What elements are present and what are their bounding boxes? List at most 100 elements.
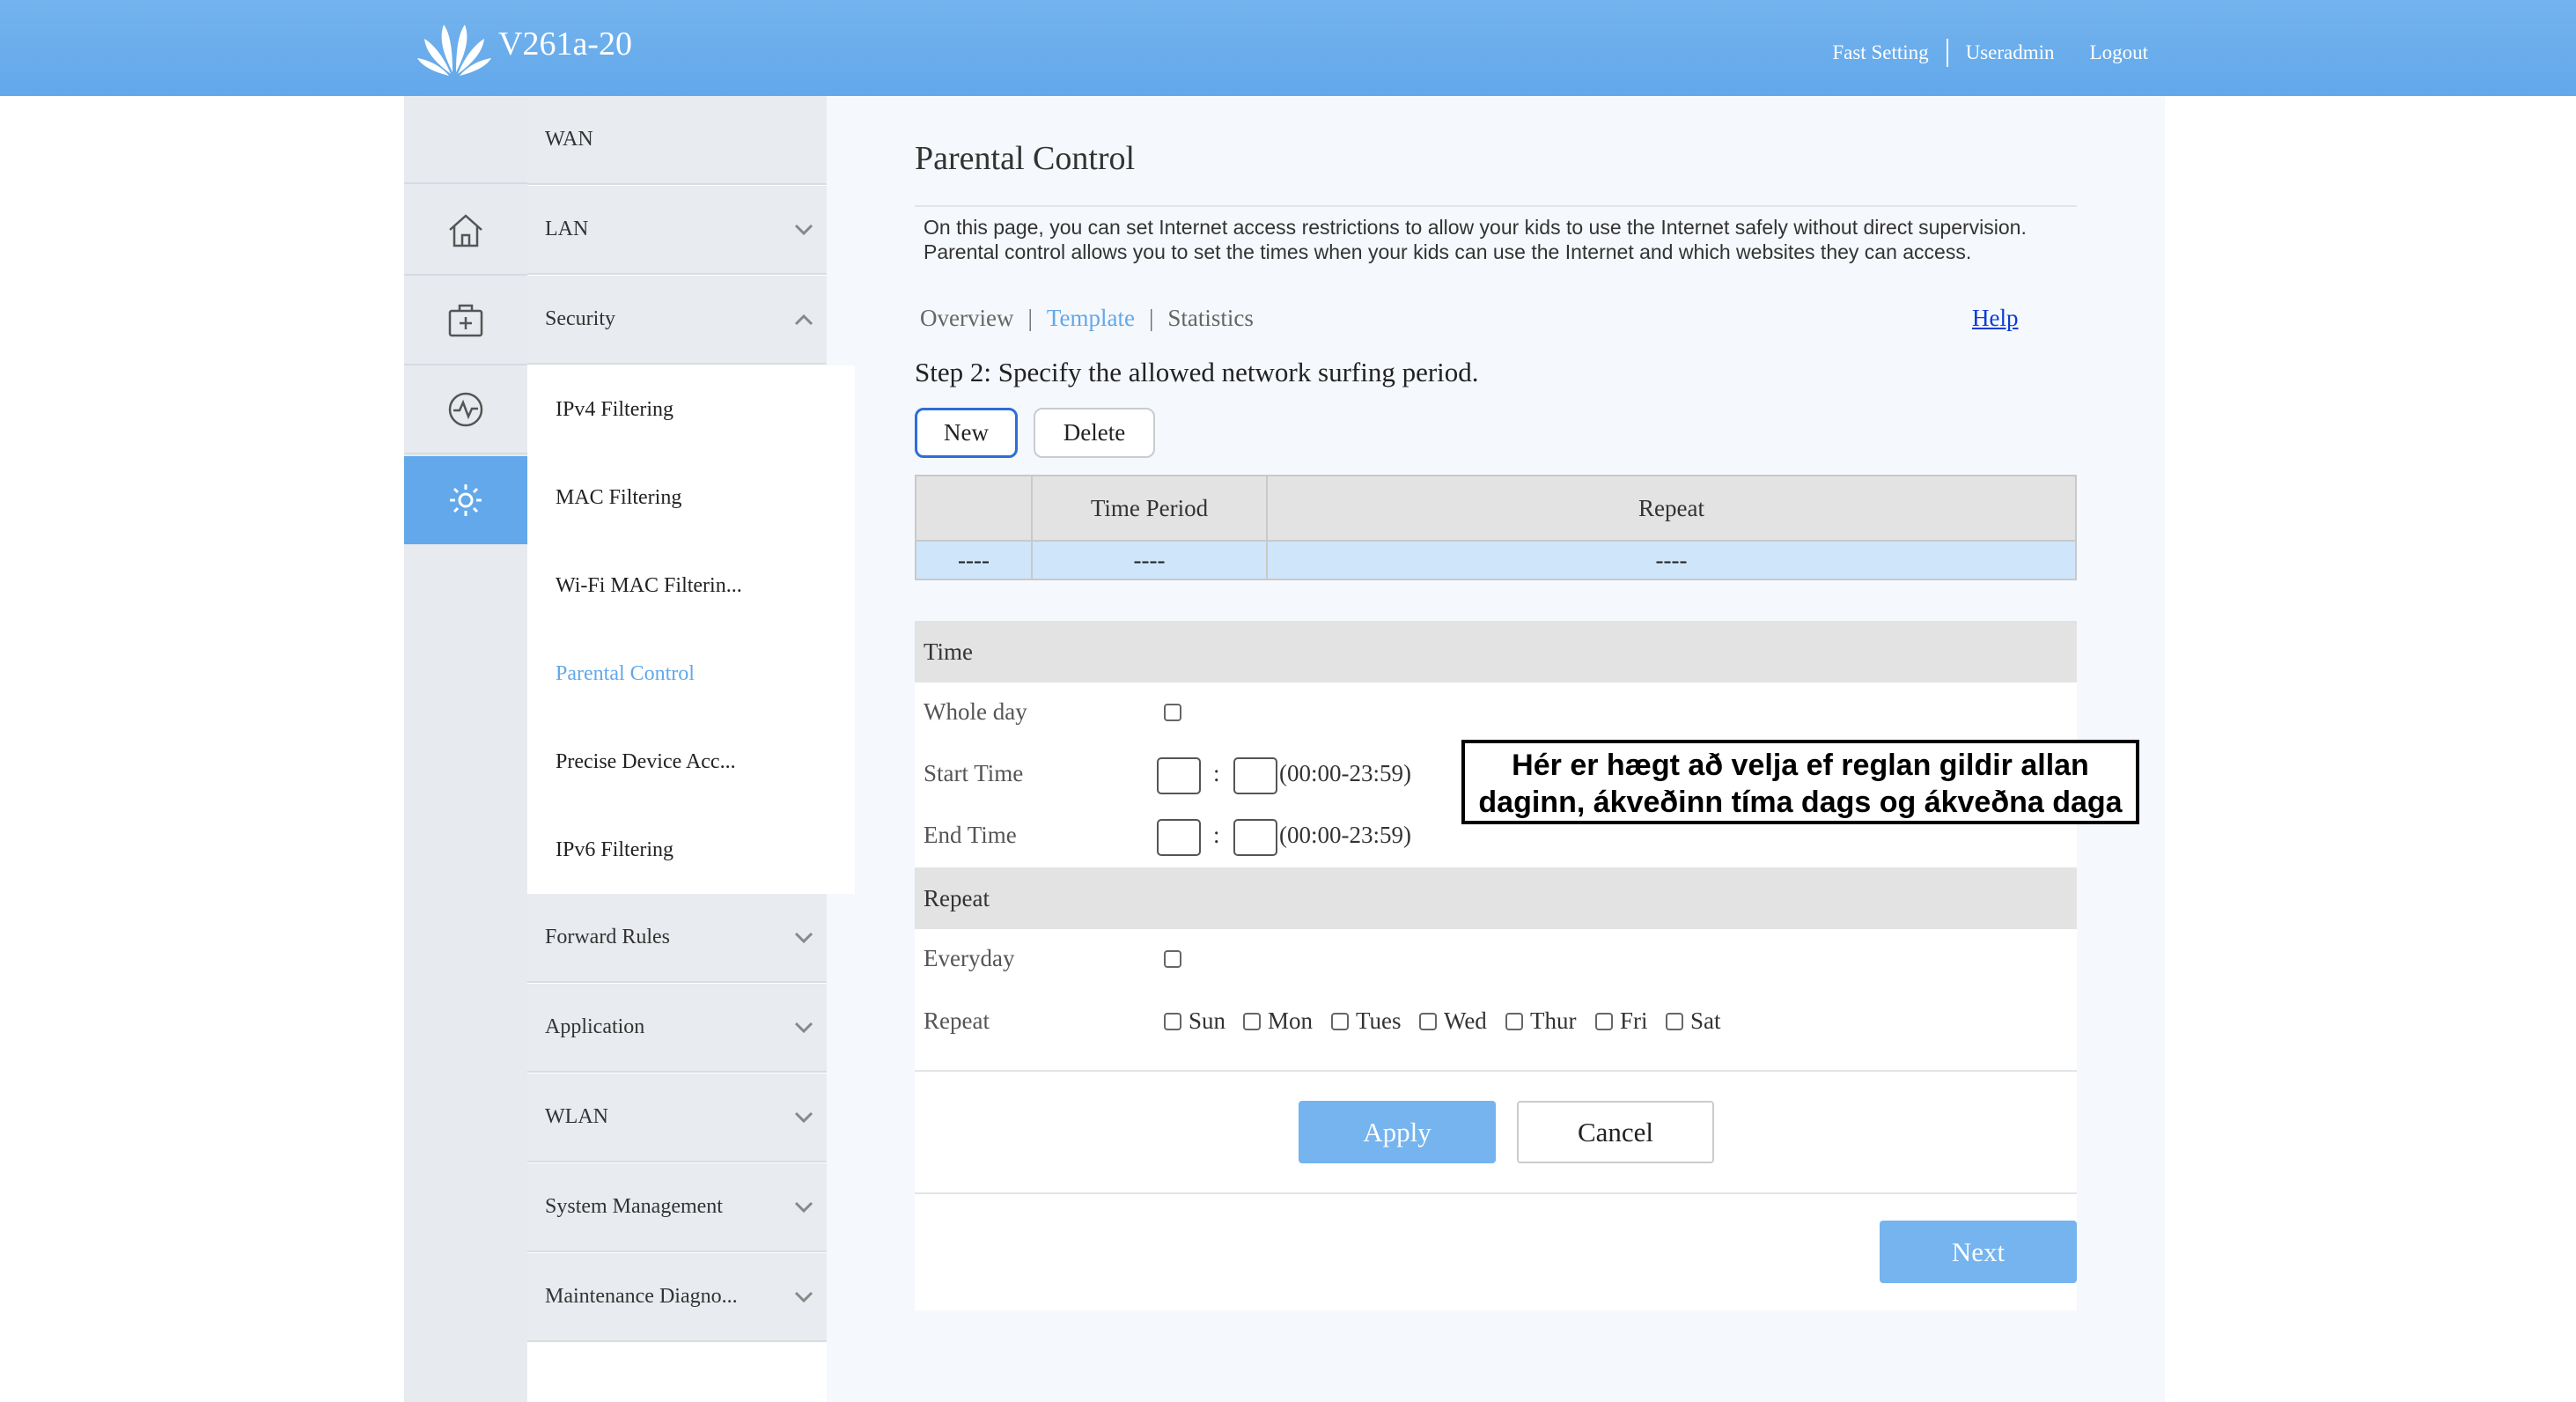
settings-icon [450,484,482,516]
time-section-header: Time [915,621,2077,683]
tab-overview[interactable]: Overview [920,305,1013,332]
day-tues[interactable]: Tues [1331,1007,1402,1035]
submenu-parental-control[interactable]: Parental Control [527,630,855,718]
cancel-button[interactable]: Cancel [1517,1101,1714,1163]
home-nav[interactable] [404,188,527,276]
table-row[interactable]: ---- ---- ---- [915,540,2077,580]
tab-statistics[interactable]: Statistics [1167,305,1254,332]
top-links: Fast Setting Useradmin Logout [1832,39,2148,67]
day-label: Mon [1268,1007,1314,1034]
menu-system-management-label: System Management [545,1195,723,1218]
submenu-label: Precise Device Acc... [556,749,736,773]
tab-template[interactable]: Template [1047,305,1135,332]
day-label: Wed [1444,1007,1487,1034]
table-cell: ---- [1266,540,2077,580]
repeat-section-header: Repeat [915,867,2077,929]
menu-forward-rules-label: Forward Rules [545,926,670,948]
day-sun[interactable]: Sun [1164,1007,1225,1035]
submenu-precise-device-access[interactable]: Precise Device Acc... [527,718,855,806]
day-label: Fri [1620,1007,1648,1034]
submenu-mac-filtering[interactable]: MAC Filtering [527,454,855,542]
apply-button[interactable]: Apply [1299,1101,1496,1163]
title-divider [915,205,2077,207]
end-minute-input[interactable] [1233,819,1277,856]
help-link[interactable]: Help [1972,305,2018,332]
submenu-wifi-mac-filtering[interactable]: Wi-Fi MAC Filterin... [527,542,855,630]
menu-wlan[interactable]: WLAN [527,1074,827,1162]
submenu-label: Wi-Fi MAC Filterin... [556,573,742,597]
time-colon: : [1213,760,1220,786]
chevron-down-icon [794,932,813,944]
annotation-line: daginn, ákveðinn tíma dags og ákveðna da… [1478,786,2123,819]
everyday-checkbox[interactable] [1164,950,1181,968]
diagnostics-nav[interactable] [404,366,527,454]
submenu-ipv4-filtering[interactable]: IPv4 Filtering [527,365,855,454]
chevron-down-icon [794,224,813,236]
table-header-row: Time Period Repeat [915,475,2077,542]
end-hour-input[interactable] [1157,819,1201,856]
day-checkbox[interactable] [1419,1012,1437,1030]
menu-forward-rules[interactable]: Forward Rules [527,894,827,983]
submenu-label: IPv4 Filtering [556,397,674,421]
menu-wan-label: WAN [545,128,593,151]
day-fri[interactable]: Fri [1595,1007,1648,1035]
form-divider [915,1192,2077,1194]
useradmin-link[interactable]: Useradmin [1966,41,2055,64]
submenu-label: Parental Control [556,661,695,685]
menu-wlan-label: WLAN [545,1105,608,1128]
next-button[interactable]: Next [1880,1221,2077,1283]
day-checkbox[interactable] [1164,1012,1181,1030]
delete-button[interactable]: Delete [1034,408,1155,458]
start-minute-input[interactable] [1233,757,1277,794]
table-header-select [915,475,1033,542]
day-label: Sat [1690,1007,1721,1034]
menu-wan[interactable]: WAN [527,96,827,185]
day-checkbox[interactable] [1331,1012,1349,1030]
start-hour-input[interactable] [1157,757,1201,794]
tab-separator: | [1148,305,1154,331]
menu-security[interactable]: Security [527,276,827,365]
template-table: Time Period Repeat ---- ---- ---- [915,475,2077,580]
whole-day-checkbox[interactable] [1164,704,1181,721]
chevron-down-icon [794,1201,813,1214]
chevron-down-icon [794,1291,813,1303]
menu-application[interactable]: Application [527,984,827,1073]
menu-maintenance-diagnosis[interactable]: Maintenance Diagno... [527,1253,827,1342]
table-cell: ---- [915,540,1033,580]
table-cell: ---- [1031,540,1268,580]
menu-system-management[interactable]: System Management [527,1163,827,1252]
settings-nav[interactable] [404,456,545,544]
day-sat[interactable]: Sat [1666,1007,1721,1035]
first-aid-icon [448,304,483,337]
new-button[interactable]: New [915,408,1018,458]
chevron-down-icon [794,1022,813,1034]
day-checkbox[interactable] [1505,1012,1523,1030]
start-time-label: Start Time [924,760,1024,786]
intro-text: On this page, you can set Internet acces… [924,215,2086,264]
form-divider [915,1070,2077,1072]
device-model: V261a-20 [498,26,632,63]
menu-maintenance-label: Maintenance Diagno... [545,1285,738,1308]
table-header-repeat: Repeat [1266,475,2077,542]
home-icon [449,214,482,247]
page-title: Parental Control [915,140,1136,177]
time-range-hint: (00:00-23:59) [1279,760,1411,786]
time-range-hint: (00:00-23:59) [1279,822,1411,848]
logout-link[interactable]: Logout [2090,41,2148,64]
day-thur[interactable]: Thur [1505,1007,1576,1035]
day-wed[interactable]: Wed [1419,1007,1487,1035]
fast-setting-link[interactable]: Fast Setting [1832,41,1928,64]
menu-lan-label: LAN [545,218,589,240]
day-checkbox[interactable] [1666,1012,1683,1030]
day-checkbox[interactable] [1595,1012,1613,1030]
top-bar: V261a-20 Fast Setting Useradmin Logout [0,0,2576,96]
day-checkbox[interactable] [1243,1012,1261,1030]
day-mon[interactable]: Mon [1243,1007,1313,1035]
submenu-ipv6-filtering[interactable]: IPv6 Filtering [527,806,855,894]
repeat-label: Repeat [924,1007,990,1034]
menu-lan[interactable]: LAN [527,186,827,275]
day-label: Thur [1530,1007,1577,1034]
first-aid-nav[interactable] [404,277,527,365]
chevron-down-icon [794,1111,813,1124]
day-label: Sun [1189,1007,1226,1034]
